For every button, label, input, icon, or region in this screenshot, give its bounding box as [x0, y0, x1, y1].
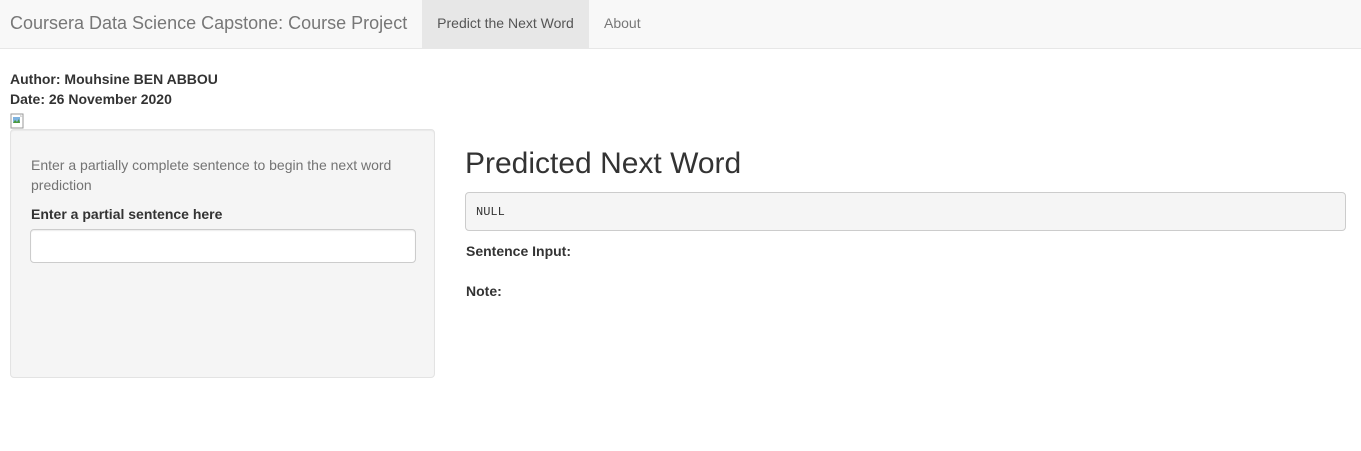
author-text: Author: Mouhsine BEN ABBOU — [10, 71, 218, 87]
page-title: Predicted Next Word — [465, 147, 742, 180]
broken-image-icon — [10, 113, 24, 129]
prediction-output: NULL — [465, 192, 1346, 231]
navbar: Coursera Data Science Capstone: Course P… — [0, 0, 1361, 49]
sidebar-panel: Enter a partially complete sentence to b… — [10, 129, 435, 378]
helper-text: Enter a partially complete sentence to b… — [31, 157, 392, 193]
sentence-input[interactable] — [30, 229, 416, 263]
sentence-input-label: Enter a partial sentence here — [31, 206, 223, 222]
note-heading: Note: — [466, 283, 502, 299]
tab-about[interactable]: About — [589, 0, 656, 48]
date-text: Date: 26 November 2020 — [10, 91, 172, 107]
tab-predict-next-word[interactable]: Predict the Next Word — [422, 0, 589, 48]
sentence-input-heading: Sentence Input: — [466, 243, 572, 259]
navbar-brand[interactable]: Coursera Data Science Capstone: Course P… — [10, 13, 407, 34]
